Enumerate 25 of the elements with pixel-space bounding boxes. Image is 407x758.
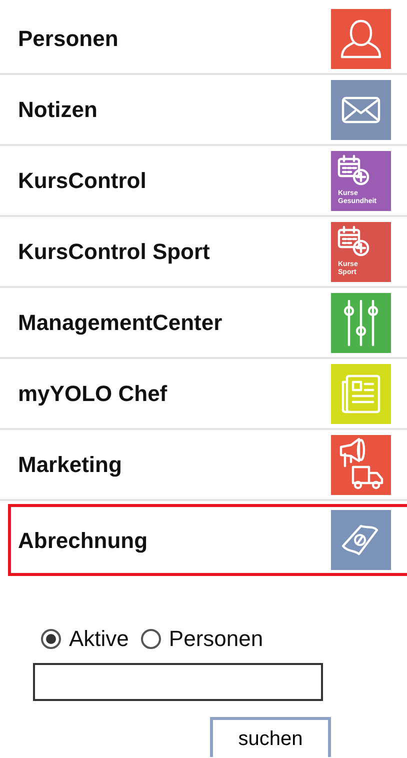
megaphone-truck-icon[interactable]: [331, 434, 391, 494]
radio-label: Personen: [168, 625, 264, 653]
sliders-icon[interactable]: [331, 292, 391, 352]
menu-item[interactable]: Abrechnung: [8, 504, 407, 576]
menu-item[interactable]: Marketing: [0, 430, 407, 501]
menu-item[interactable]: Personen: [0, 4, 407, 75]
menu-label: ManagementCenter: [18, 309, 222, 337]
menu-label: Notizen: [18, 96, 98, 124]
menu-label: KursControl Sport: [18, 238, 210, 266]
radio-button[interactable]: [41, 628, 61, 648]
search-button[interactable]: suchen: [210, 717, 331, 757]
person-icon[interactable]: [331, 8, 391, 68]
radio-button[interactable]: [140, 628, 161, 648]
menu-item[interactable]: myYOLO Chef: [0, 359, 407, 430]
menu-label: myYOLO Chef: [18, 380, 168, 408]
envelope-icon[interactable]: [331, 80, 391, 140]
menu-label: Personen: [18, 25, 118, 53]
banknote-icon[interactable]: [331, 510, 391, 570]
menu-label: KursControl: [18, 167, 146, 195]
menu-item[interactable]: Notizen: [0, 75, 407, 146]
menu-label: Marketing: [18, 451, 122, 479]
menu-item[interactable]: ManagementCenter: [0, 288, 407, 359]
radio-label: Aktive: [69, 625, 129, 653]
menu-label: Abrechnung: [18, 526, 148, 555]
search-field[interactable]: [33, 663, 323, 701]
